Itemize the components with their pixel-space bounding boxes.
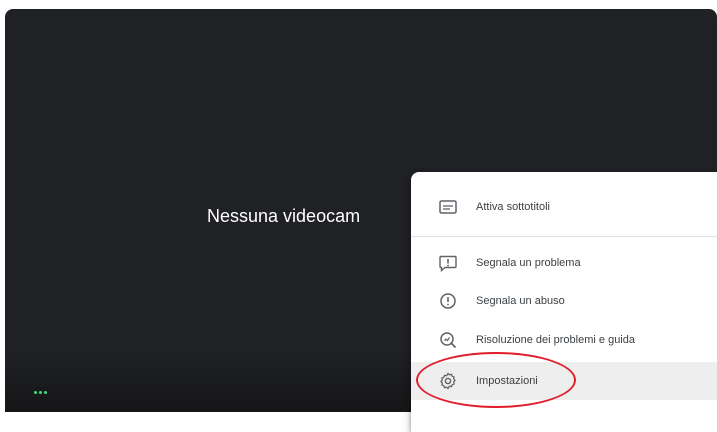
menu-divider bbox=[411, 236, 717, 237]
more-options-dots-icon[interactable] bbox=[30, 386, 50, 398]
menu-item-label: Attiva sottotitoli bbox=[476, 201, 550, 213]
captions-icon bbox=[438, 197, 458, 217]
troubleshooting-icon bbox=[438, 330, 458, 350]
menu-item-report-problem[interactable]: Segnala un problema bbox=[411, 244, 717, 282]
menu-item-label: Risoluzione dei problemi e guida bbox=[476, 334, 635, 346]
menu-item-troubleshooting[interactable]: Risoluzione dei problemi e guida bbox=[411, 321, 717, 359]
report-abuse-icon bbox=[438, 291, 458, 311]
options-menu: Attiva sottotitoli Segnala un problema S… bbox=[411, 172, 717, 432]
menu-item-label: Impostazioni bbox=[476, 375, 538, 387]
menu-item-label: Segnala un abuso bbox=[476, 295, 565, 307]
settings-icon bbox=[438, 371, 458, 391]
menu-item-settings[interactable]: Impostazioni bbox=[411, 362, 717, 400]
menu-item-label: Segnala un problema bbox=[476, 257, 581, 269]
menu-item-report-abuse[interactable]: Segnala un abuso bbox=[411, 282, 717, 320]
report-problem-icon bbox=[438, 253, 458, 273]
no-camera-message: Nessuna videocam bbox=[207, 206, 361, 226]
menu-item-captions[interactable]: Attiva sottotitoli bbox=[411, 188, 717, 226]
